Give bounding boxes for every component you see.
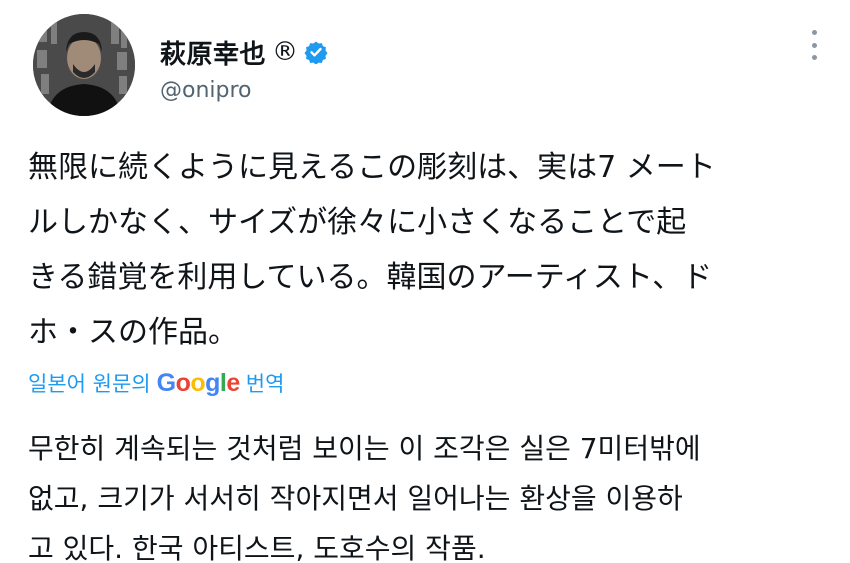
tweet-line: ルしかなく、サイズが徐々に小さくなることで起 <box>28 205 687 240</box>
translation-prefix: 일본어 원문의 <box>28 372 151 396</box>
translated-text: 무한히 계속되는 것처럼 보이는 이 조각은 실은 7미터밖에 없고, 크기가 … <box>28 424 828 563</box>
more-options-icon[interactable] <box>806 30 822 60</box>
author-name-row: 萩原幸也 ® <box>160 34 328 70</box>
author-handle[interactable]: @onipro <box>160 78 252 103</box>
translation-attribution[interactable]: 일본어 원문의 Google 번역 <box>28 368 284 398</box>
translated-line: 없고, 크기가 서서히 작아지면서 일어나는 환상을 이용하 <box>28 482 683 515</box>
translation-suffix: 번역 <box>245 372 285 396</box>
tweet-text: 無限に続くように見えるこの彫刻は、実は7 メート ルしかなく、サイズが徐々に小さ… <box>28 140 828 360</box>
avatar-image <box>33 14 135 116</box>
tweet-line: きる錯覚を利用している。韓国のアーティスト、ド <box>28 260 713 295</box>
tweet-line: 無限に続くように見えるこの彫刻は、実は7 メート <box>28 150 716 185</box>
more-dot-icon <box>811 55 817 60</box>
registered-mark: ® <box>272 37 299 67</box>
tweet-line: ホ・スの作品。 <box>28 315 238 350</box>
author-avatar[interactable] <box>33 14 135 116</box>
translated-line: 고 있다. 한국 아티스트, 도호수의 작품. <box>28 532 486 563</box>
author-display-name[interactable]: 萩原幸也 <box>160 34 266 71</box>
google-logo: Google <box>156 368 241 397</box>
more-dot-icon <box>811 30 817 35</box>
more-dot-icon <box>811 42 817 48</box>
translated-line: 무한히 계속되는 것처럼 보이는 이 조각은 실은 7미터밖에 <box>28 432 701 465</box>
verified-badge-icon <box>304 41 328 64</box>
